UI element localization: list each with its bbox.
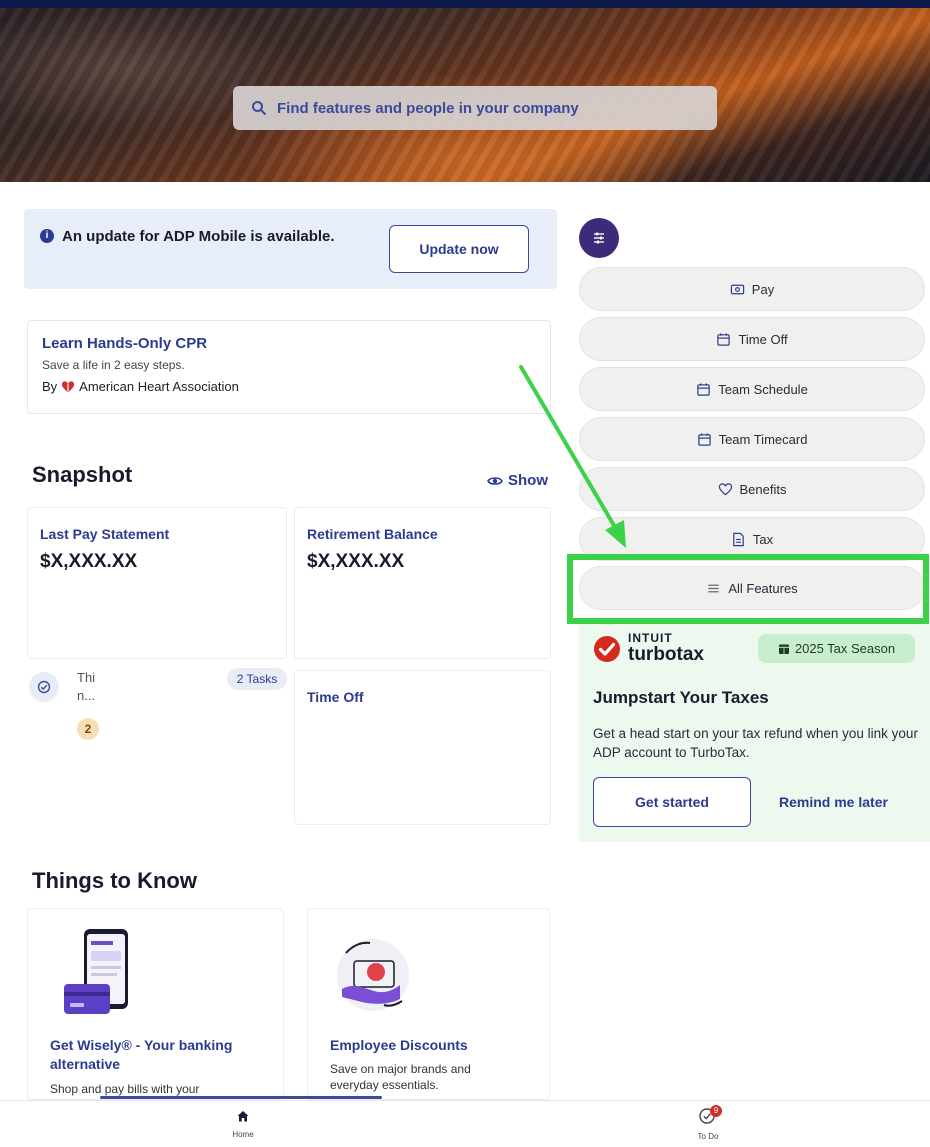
feature-team-timecard-label: Team Timecard bbox=[718, 431, 808, 447]
nav-todo[interactable]: 9 To Do bbox=[686, 1105, 730, 1141]
sliders-icon bbox=[594, 232, 604, 244]
cpr-subtitle: Save a life in 2 easy steps. bbox=[42, 358, 185, 372]
employee-discounts-card[interactable]: Employee Discounts Save on major brands … bbox=[307, 908, 550, 1100]
time-off-label: Time Off bbox=[307, 689, 364, 705]
feature-tax-label: Tax bbox=[752, 531, 774, 547]
turbotax-description: Get a head start on your tax refund when… bbox=[593, 726, 918, 760]
feature-pay-label: Pay bbox=[751, 281, 775, 297]
heart-icon bbox=[718, 482, 732, 495]
turbotax-title: Jumpstart Your Taxes bbox=[593, 688, 769, 707]
wisely-heading: Get Wisely® - Your banking alternative bbox=[50, 1037, 233, 1072]
update-message: An update for ADP Mobile is available. bbox=[62, 228, 335, 245]
cpr-card[interactable]: Learn Hands-Only CPR Save a life in 2 ea… bbox=[27, 320, 551, 414]
remind-me-later-link[interactable]: Remind me later bbox=[779, 794, 888, 810]
american-heart-logo-icon bbox=[62, 380, 75, 392]
nav-home[interactable]: Home bbox=[223, 1109, 263, 1139]
cpr-attribution: By American Heart Association bbox=[42, 379, 536, 394]
turbotax-check-icon bbox=[594, 635, 620, 662]
tax-season-badge: 2025 Tax Season bbox=[758, 634, 915, 663]
feature-settings-button[interactable] bbox=[579, 218, 619, 258]
tax-doc-icon bbox=[733, 532, 744, 546]
nav-active-indicator bbox=[100, 1096, 382, 1099]
calendar-icon bbox=[697, 432, 711, 446]
feature-pay-button[interactable]: Pay bbox=[579, 267, 925, 311]
retirement-label: Retirement Balance bbox=[307, 526, 438, 542]
task-check-icon bbox=[29, 672, 59, 702]
discounts-illustration bbox=[337, 939, 409, 1011]
nav-todo-label: To Do bbox=[697, 1132, 719, 1141]
feature-time-off-label: Time Off bbox=[738, 331, 788, 347]
update-banner: i An update for ADP Mobile is available.… bbox=[24, 209, 557, 289]
task-text-line1: Thi bbox=[77, 670, 96, 685]
feature-time-off-button[interactable]: Time Off bbox=[579, 317, 925, 361]
snapshot-title: Snapshot bbox=[32, 462, 133, 487]
home-icon bbox=[237, 1111, 249, 1122]
feature-team-timecard-button[interactable]: Team Timecard bbox=[579, 417, 925, 461]
last-pay-statement-card[interactable]: Last Pay Statement $X,XXX.XX bbox=[27, 507, 287, 659]
nav-home-label: Home bbox=[232, 1130, 254, 1139]
task-text-line2: n... bbox=[77, 688, 96, 703]
cpr-org: American Heart Association bbox=[79, 379, 239, 394]
things-to-know-title: Things to Know bbox=[32, 868, 197, 893]
cpr-by-prefix: By bbox=[42, 379, 58, 394]
search-placeholder: Find features and people in your company bbox=[277, 99, 579, 117]
task-count-badge: 2 bbox=[77, 718, 99, 740]
feature-benefits-label: Benefits bbox=[739, 481, 787, 497]
wisely-body: Shop and pay bills with your bbox=[50, 1082, 200, 1096]
calendar-icon bbox=[697, 382, 710, 396]
feature-team-schedule-button[interactable]: Team Schedule bbox=[579, 367, 925, 411]
search-input[interactable]: Find features and people in your company bbox=[233, 86, 717, 130]
eye-icon bbox=[487, 476, 503, 485]
calendar-icon bbox=[717, 332, 731, 346]
get-started-button[interactable]: Get started bbox=[593, 777, 751, 827]
info-icon: i bbox=[40, 229, 54, 243]
discounts-heading: Employee Discounts bbox=[330, 1037, 468, 1053]
retirement-balance-card[interactable]: Retirement Balance $X,XXX.XX bbox=[294, 507, 551, 659]
pay-icon bbox=[730, 284, 744, 294]
calendar-icon bbox=[778, 644, 789, 654]
turbotax-logo: INTUIT turbotax bbox=[593, 632, 704, 665]
wisely-card[interactable]: Get Wisely® - Your banking alternative S… bbox=[27, 908, 284, 1100]
retirement-value: $X,XXX.XX bbox=[307, 551, 405, 572]
show-label: Show bbox=[508, 472, 548, 489]
turbotax-promo-card: INTUIT turbotax 2025 Tax Season Jumpstar… bbox=[579, 624, 930, 842]
last-pay-label: Last Pay Statement bbox=[40, 526, 170, 542]
last-pay-value: $X,XXX.XX bbox=[40, 551, 138, 572]
tax-season-label: 2025 Tax Season bbox=[794, 641, 896, 656]
all-features-highlight-box bbox=[567, 554, 929, 624]
cpr-title: Learn Hands-Only CPR bbox=[42, 335, 208, 352]
bottom-nav: Home 9 To Do bbox=[0, 1100, 930, 1147]
wisely-phone-illustration bbox=[64, 929, 128, 1014]
turbotax-wordmark: turbotax bbox=[628, 644, 704, 665]
todo-count-badge: 9 bbox=[710, 1105, 722, 1117]
feature-benefits-button[interactable]: Benefits bbox=[579, 467, 925, 511]
show-values-button[interactable]: Show bbox=[487, 472, 548, 489]
search-icon bbox=[252, 101, 267, 116]
tasks-badge: 2 Tasks bbox=[227, 668, 287, 690]
update-now-button[interactable]: Update now bbox=[389, 225, 529, 273]
hero-banner: Find features and people in your company bbox=[0, 0, 930, 182]
time-off-card[interactable]: Time Off bbox=[294, 670, 551, 825]
tasks-card[interactable]: Thi n... 2 Tasks 2 bbox=[27, 664, 287, 744]
feature-team-schedule-label: Team Schedule bbox=[718, 381, 808, 397]
discounts-body: Save on major brands and everyday essent… bbox=[330, 1062, 471, 1092]
